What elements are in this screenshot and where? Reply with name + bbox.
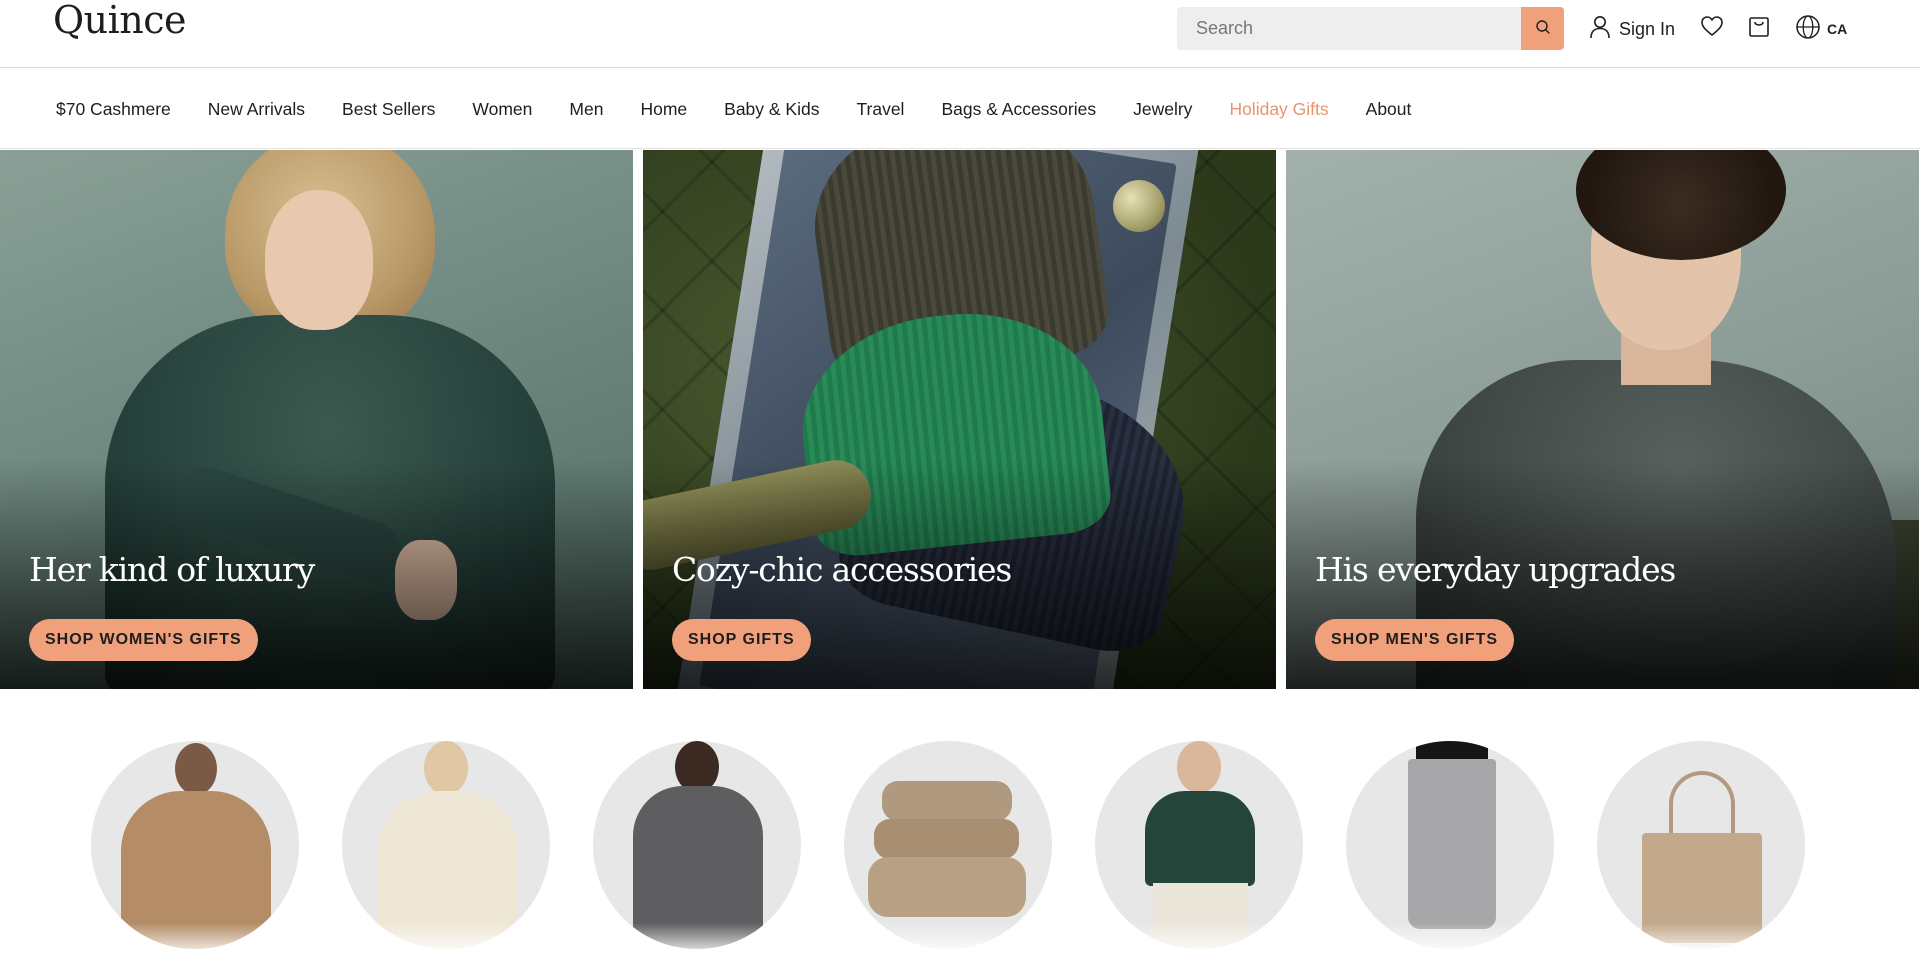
nav-item-holiday-gifts[interactable]: Holiday Gifts [1229,99,1328,120]
nav-item-new-arrivals[interactable]: New Arrivals [208,99,305,120]
ornament-image [1113,180,1165,232]
model-head [175,743,217,795]
search-bar [1177,7,1564,50]
nav-item-cashmere[interactable]: $70 Cashmere [56,99,171,120]
model-head [424,741,468,795]
nav-item-home[interactable]: Home [640,99,687,120]
nav-list: $70 Cashmere New Arrivals Best Sellers W… [56,69,1448,149]
site-header: Quince Sign In CA [0,0,1920,68]
pillow-image [882,781,1012,821]
shop-gifts-button[interactable]: SHOP GIFTS [672,619,811,661]
heart-icon [1700,15,1724,42]
category-circle-knit[interactable] [342,741,550,949]
category-circle-tee[interactable] [1095,741,1303,949]
duvet-image [868,857,1026,917]
nav-item-travel[interactable]: Travel [856,99,904,120]
black-top-image [1416,741,1488,759]
region-label: CA [1827,21,1848,37]
pillow-image [874,819,1019,859]
quince-logo[interactable]: Quince [53,0,187,42]
hero-title-men: His everyday upgrades [1315,550,1676,589]
search-button[interactable] [1521,7,1564,50]
category-circle-sweater[interactable] [91,741,299,949]
green-tee-image [1145,791,1255,886]
search-input[interactable] [1177,7,1521,50]
search-icon [1535,19,1551,38]
sign-in-label: Sign In [1619,18,1676,39]
model-face [265,190,373,330]
region-selector[interactable]: CA [1795,14,1847,44]
camel-sweater-image [121,791,271,949]
cream-knit-image [378,791,518,949]
tote-bag-image [1642,833,1762,943]
user-icon [1589,15,1611,44]
grey-trousers-image [1408,759,1496,929]
category-circle-bedding[interactable] [844,741,1052,949]
hero-title-accessories: Cozy-chic accessories [672,550,1012,589]
nav-item-women[interactable]: Women [472,99,532,120]
cart-icon [1748,14,1770,43]
nav-item-bags-accessories[interactable]: Bags & Accessories [941,99,1096,120]
nav-item-men[interactable]: Men [569,99,603,120]
cart-button[interactable] [1745,14,1773,42]
hero-panel-accessories[interactable]: Cozy-chic accessories SHOP GIFTS [643,150,1276,689]
hero-panel-men[interactable]: His everyday upgrades SHOP MEN'S GIFTS [1286,150,1919,689]
nav-item-jewelry[interactable]: Jewelry [1133,99,1192,120]
category-circle-tote[interactable] [1597,741,1805,949]
nav-item-baby-kids[interactable]: Baby & Kids [724,99,819,120]
wishlist-button[interactable] [1698,14,1726,42]
category-circles [0,689,1920,953]
shop-mens-gifts-button[interactable]: SHOP MEN'S GIFTS [1315,619,1515,661]
category-circle-trousers[interactable] [1346,741,1554,949]
category-circle-coat[interactable] [593,741,801,949]
hero-banner: Her kind of luxury SHOP WOMEN'S GIFTS Co… [0,150,1920,689]
hero-title-women: Her kind of luxury [29,550,315,589]
tote-handle-image [1669,771,1735,841]
grey-coat-image [633,786,763,949]
model-head [1177,741,1221,793]
main-nav: $70 Cashmere New Arrivals Best Sellers W… [0,69,1920,149]
sign-in-link[interactable]: Sign In [1589,14,1675,44]
nav-item-about[interactable]: About [1366,99,1412,120]
shop-womens-gifts-button[interactable]: SHOP WOMEN'S GIFTS [29,619,258,661]
nav-item-best-sellers[interactable]: Best Sellers [342,99,435,120]
cream-trousers-image [1153,883,1248,949]
globe-icon [1795,14,1821,45]
hero-panel-women[interactable]: Her kind of luxury SHOP WOMEN'S GIFTS [0,150,633,689]
